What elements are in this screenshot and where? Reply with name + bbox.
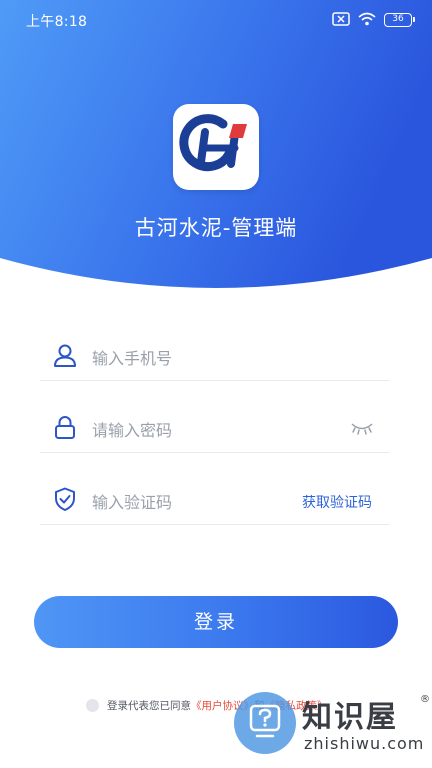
verification-code-placeholder: 输入验证码: [92, 493, 173, 512]
notification-muted-icon: [332, 11, 350, 30]
status-icons: 36: [332, 11, 415, 30]
login-button[interactable]: 登录: [34, 596, 398, 648]
verification-code-field[interactable]: 输入验证码 获取验证码: [40, 478, 390, 525]
gh-logo-icon: [179, 114, 247, 172]
shield-check-icon: [52, 486, 78, 512]
agreement-checkbox[interactable]: [86, 698, 99, 712]
status-time: 上午8:18: [26, 14, 88, 30]
eye-closed-icon[interactable]: [350, 420, 374, 439]
status-bar: 上午8:18 36: [0, 0, 432, 40]
app-logo: [173, 104, 259, 190]
phone-placeholder: 输入手机号: [92, 349, 173, 368]
phone-field[interactable]: 输入手机号: [40, 334, 390, 381]
app-title: 古河水泥-管理端: [134, 216, 298, 240]
watermark-cn: 知识屋: [302, 700, 398, 735]
password-field[interactable]: 请输入密码: [40, 406, 390, 453]
wifi-icon: [358, 11, 376, 30]
lock-icon: [52, 414, 78, 440]
battery-icon: 36: [384, 13, 415, 27]
agreement-prefix: 登录代表您已同意: [107, 699, 191, 712]
watermark: 知识屋 ® zhishiwu.com: [232, 688, 432, 768]
watermark-en: zhishiwu.com: [304, 734, 425, 753]
watermark-help-icon: [234, 692, 296, 754]
get-code-button[interactable]: 获取验证码: [302, 492, 372, 512]
watermark-reg: ®: [420, 694, 430, 705]
password-placeholder: 请输入密码: [92, 421, 173, 440]
user-icon: [52, 342, 78, 368]
